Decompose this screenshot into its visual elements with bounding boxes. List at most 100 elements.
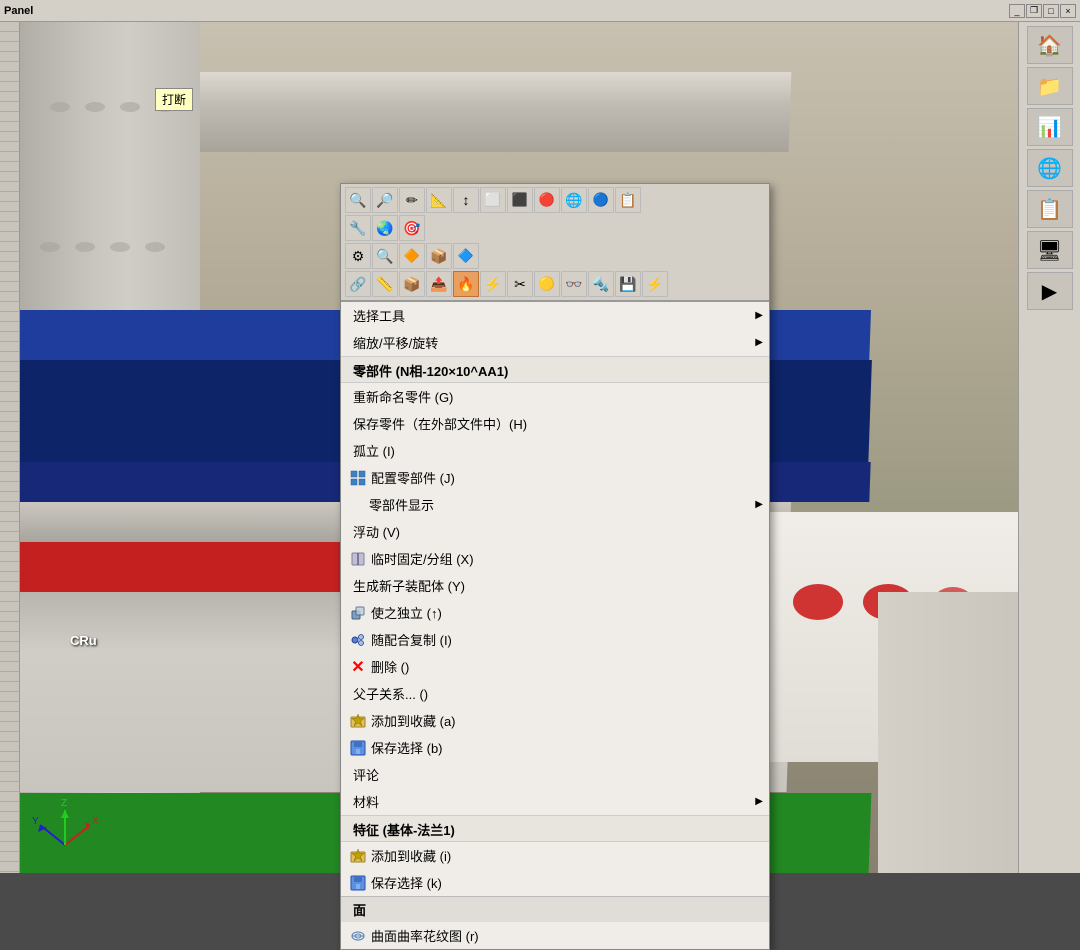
tb-solid[interactable]: ⬛: [507, 187, 533, 213]
tb-yellow[interactable]: 🟡: [534, 271, 560, 297]
parent-child-label: 父子关系... (): [353, 684, 428, 703]
tb-blue-diamond[interactable]: 🔷: [453, 243, 479, 269]
tb-world[interactable]: 🌏: [372, 215, 398, 241]
surface-icon: [349, 927, 367, 945]
menu-parent-child[interactable]: 父子关系... (): [341, 680, 769, 707]
menu-save-selection[interactable]: 保存选择 (b): [341, 734, 769, 761]
section-header-feature: 特征 (基体-法兰1): [341, 815, 769, 842]
right-icon-chart[interactable]: 📊: [1027, 108, 1073, 146]
menu-config-parts[interactable]: 配置零部件 (J): [341, 464, 769, 491]
right-panel: 🏠 📁 📊 🌐 📋 🖥 ▶: [1018, 22, 1080, 873]
main-window: Panel _ ❐ □ ×: [0, 0, 1080, 873]
save-selection2-label: 保存选择 (k): [371, 873, 442, 892]
menu-add-favorites2[interactable]: 添加到收藏 (i): [341, 842, 769, 869]
tb-blue-circle[interactable]: 🔵: [588, 187, 614, 213]
rename-label: 重新命名零件 (G): [353, 387, 453, 406]
menu-gen-sub[interactable]: 生成新子装配体 (Y): [341, 572, 769, 599]
tb-globe2[interactable]: 🌐: [561, 187, 587, 213]
tb-glasses[interactable]: 👓: [561, 271, 587, 297]
menu-make-independent[interactable]: 使之独立 (↑): [341, 599, 769, 626]
menu-random-copy[interactable]: 随配合复制 (I): [341, 626, 769, 653]
menu-select-tool[interactable]: 选择工具: [341, 302, 769, 329]
cru-label: CRu: [70, 633, 97, 648]
right-icon-monitor[interactable]: 🖥: [1027, 231, 1073, 269]
surface-contour-label: 曲面曲率花纹图 (r): [371, 926, 479, 945]
tb-save[interactable]: 💾: [615, 271, 641, 297]
tb-scissors[interactable]: ✂: [507, 271, 533, 297]
menu-temp-fix[interactable]: 临时固定/分组 (X): [341, 545, 769, 572]
face-section-header: 面: [341, 896, 769, 922]
tb-diamond[interactable]: 🔶: [399, 243, 425, 269]
save2-icon: [349, 874, 367, 892]
tb-wrench[interactable]: 🔧: [345, 215, 371, 241]
menu-items-container: 选择工具 缩放/平移/旋转 零部件 (N相-120×10^AA1) 重新命名零件…: [341, 302, 769, 949]
tb-search2[interactable]: 🔎: [372, 187, 398, 213]
scale-move-label: 缩放/平移/旋转: [353, 333, 438, 352]
tb-edit[interactable]: ✏: [399, 187, 425, 213]
toolbar-row-3: ⚙ 🔍 🔶 📦 🔷: [345, 243, 765, 269]
tb-gear[interactable]: ⚙: [345, 243, 371, 269]
menu-isolate[interactable]: 孤立 (I): [341, 437, 769, 464]
section-feature-text: 特征 (基体-法兰1): [353, 823, 455, 838]
minimize-btn[interactable]: _: [1009, 4, 1025, 18]
tb-box2[interactable]: 📦: [399, 271, 425, 297]
right-icon-globe[interactable]: 🌐: [1027, 149, 1073, 187]
tb-search1[interactable]: 🔍: [345, 187, 371, 213]
temp-fix-label: 临时固定/分组 (X): [371, 549, 474, 568]
tb-grid[interactable]: 📋: [615, 187, 641, 213]
menu-save-external[interactable]: 保存零件（在外部文件中）(H): [341, 410, 769, 437]
menu-scale-move[interactable]: 缩放/平移/旋转: [341, 329, 769, 356]
material-label: 材料: [353, 792, 379, 811]
menu-save-selection2[interactable]: 保存选择 (k): [341, 869, 769, 896]
tray-holes-2: [30, 222, 190, 272]
menu-part-display[interactable]: 零部件显示: [341, 491, 769, 518]
delete-icon: ✕: [349, 658, 367, 676]
context-menu: 🔍 🔎 ✏ 📐 ↕ ⬜ ⬛ 🔴 🌐 🔵 📋 🔧 🌏 🎯 ⚙: [340, 183, 770, 950]
menu-material[interactable]: 材料: [341, 788, 769, 815]
tb-magnify[interactable]: 🔍: [372, 243, 398, 269]
tb-link[interactable]: 🔗: [345, 271, 371, 297]
menu-surface-contour[interactable]: 曲面曲率花纹图 (r): [341, 922, 769, 949]
menu-float[interactable]: 浮动 (V): [341, 518, 769, 545]
gray-right-lower: [878, 592, 1018, 873]
tb-arrow[interactable]: ↕: [453, 187, 479, 213]
svg-text:Z: Z: [61, 798, 67, 809]
right-icon-folder[interactable]: 📁: [1027, 67, 1073, 105]
maximize-btn2[interactable]: □: [1043, 4, 1059, 18]
menu-delete[interactable]: ✕ 删除 (): [341, 653, 769, 680]
tb-box[interactable]: ⬜: [480, 187, 506, 213]
part-display-label: 零部件显示: [369, 495, 434, 514]
fix-icon: [349, 550, 367, 568]
tb-measure[interactable]: 📐: [426, 187, 452, 213]
menu-rename[interactable]: 重新命名零件 (G): [341, 383, 769, 410]
tooltip-break: 打断: [155, 88, 193, 111]
independent-label: 使之独立 (↑): [371, 603, 442, 622]
config-parts-label: 配置零部件 (J): [371, 468, 455, 487]
section-part-text: 零部件 (N相-120×10^AA1): [353, 364, 508, 379]
random-copy-label: 随配合复制 (I): [371, 630, 452, 649]
right-icon-home[interactable]: 🏠: [1027, 26, 1073, 64]
tb-bolt3[interactable]: ⚡: [642, 271, 668, 297]
menu-comment[interactable]: 评论: [341, 761, 769, 788]
tb-package[interactable]: 📦: [426, 243, 452, 269]
svg-text:Y: Y: [32, 816, 39, 827]
close-btn[interactable]: ×: [1060, 4, 1076, 18]
gen-sub-label: 生成新子装配体 (Y): [353, 576, 465, 595]
tb-ruler[interactable]: 📏: [372, 271, 398, 297]
tb-target[interactable]: 🎯: [399, 215, 425, 241]
title-text: Panel: [4, 5, 33, 17]
delete-label: 删除 (): [371, 657, 409, 676]
tb-circle[interactable]: 🔴: [534, 187, 560, 213]
ctx-toolbar: 🔍 🔎 ✏ 📐 ↕ ⬜ ⬛ 🔴 🌐 🔵 📋 🔧 🌏 🎯 ⚙: [341, 184, 769, 302]
left-panel: [0, 22, 20, 873]
tb-upload[interactable]: 📤: [426, 271, 452, 297]
star2-icon: [349, 847, 367, 865]
right-icon-list[interactable]: 📋: [1027, 190, 1073, 228]
tb-active-break[interactable]: 🔥: [453, 271, 479, 297]
right-icon-play[interactable]: ▶: [1027, 272, 1073, 310]
menu-add-favorites[interactable]: 添加到收藏 (a): [341, 707, 769, 734]
tb-bolt2[interactable]: 🔩: [588, 271, 614, 297]
tooltip-text: 打断: [162, 93, 186, 107]
maximize-btn[interactable]: ❐: [1026, 4, 1042, 18]
tb-bolt[interactable]: ⚡: [480, 271, 506, 297]
